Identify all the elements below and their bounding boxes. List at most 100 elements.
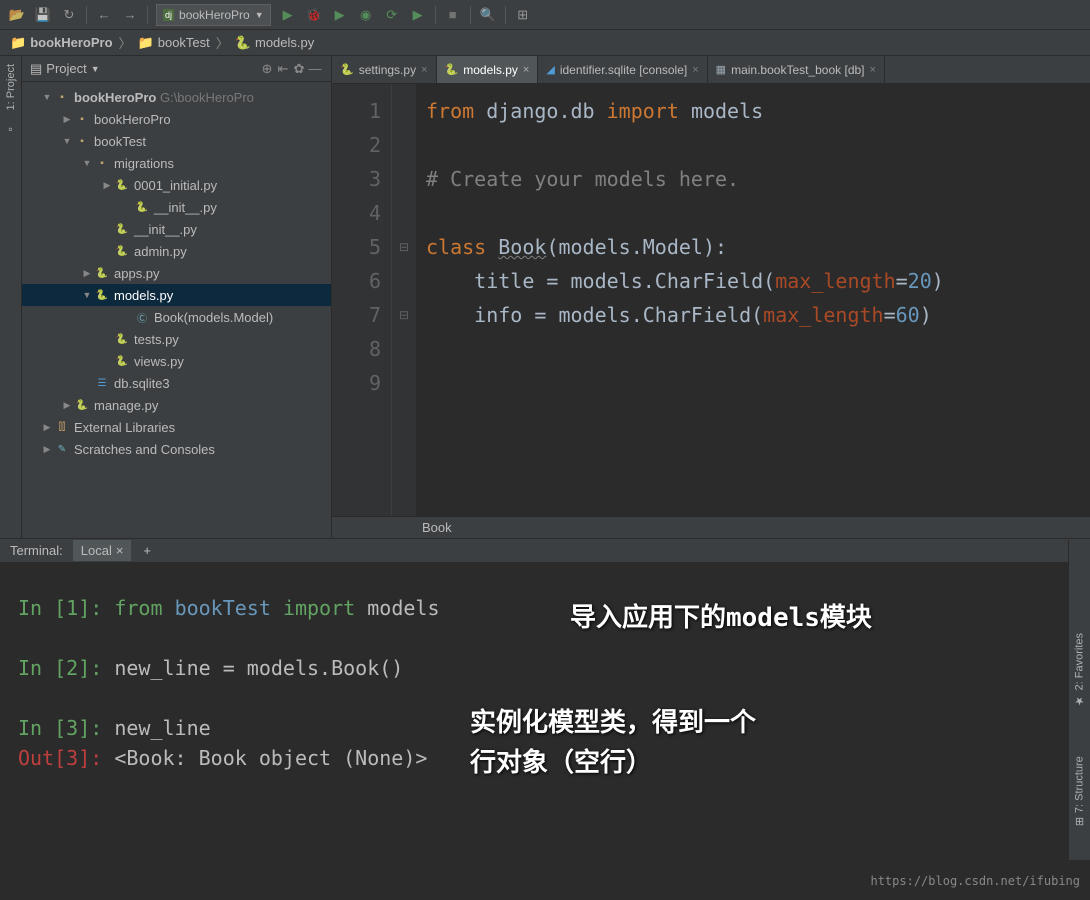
- chevron-down-icon[interactable]: ▼: [91, 64, 100, 74]
- tree-item[interactable]: 🐍 0001_initial.py: [22, 174, 331, 196]
- refresh-icon[interactable]: ↻: [60, 6, 78, 24]
- python-icon: 🐍: [114, 243, 130, 259]
- close-icon[interactable]: ×: [116, 543, 124, 558]
- search-icon[interactable]: 🔍: [479, 6, 497, 24]
- arrow-icon[interactable]: [102, 180, 112, 191]
- python-icon: 🐍: [114, 177, 130, 193]
- main-content-row: 1: Project ▫ ▤ Project ▼ ⊕ ⇤ ✿ — ▪ bookH…: [0, 56, 1090, 538]
- hide-icon[interactable]: —: [307, 61, 323, 77]
- editor-tabs: 🐍settings.py×🐍models.py×◢identifier.sqli…: [332, 56, 1090, 84]
- left-tool-gutter: 1: Project ▫: [0, 56, 22, 538]
- project-tree[interactable]: ▪ bookHeroPro G:\bookHeroPro ▪ bookHeroPr…: [22, 82, 331, 538]
- line-number: 2: [332, 128, 381, 162]
- tree-item[interactable]: 🐍apps.py: [22, 262, 331, 284]
- terminal-tab-local[interactable]: Local ×: [73, 540, 132, 561]
- separator: [435, 6, 436, 24]
- separator: [470, 6, 471, 24]
- close-icon[interactable]: ×: [523, 64, 529, 76]
- tree-item[interactable]: 🐍models.py: [22, 284, 331, 306]
- tree-item[interactable]: 🐍 admin.py: [22, 240, 331, 262]
- run-config-selector[interactable]: dj bookHeroPro ▼: [156, 4, 271, 26]
- tree-item[interactable]: ⒸBook(models.Model): [22, 306, 331, 328]
- close-icon[interactable]: ×: [421, 64, 427, 76]
- folder-icon[interactable]: ▫: [8, 122, 12, 136]
- editor-tab[interactable]: 🐍settings.py×: [332, 56, 437, 83]
- tree-item[interactable]: 🐍views.py: [22, 350, 331, 372]
- undo-icon[interactable]: ←: [95, 6, 113, 24]
- tree-item[interactable]: 🐍tests.py: [22, 328, 331, 350]
- locate-icon[interactable]: ⊕: [259, 61, 275, 77]
- tree-item[interactable]: 🐍__init__.py: [22, 218, 331, 240]
- watermark: https://blog.csdn.net/ifubing: [870, 866, 1080, 896]
- breadcrumb-folder[interactable]: 📁 bookTest: [138, 35, 210, 51]
- tree-root[interactable]: ▪ bookHeroPro G:\bookHeroPro: [22, 86, 331, 108]
- prompt-in: In [2]:: [18, 656, 102, 680]
- tree-item[interactable]: ▪bookTest: [22, 130, 331, 152]
- folder-icon: 📁: [10, 35, 26, 51]
- coverage-icon[interactable]: ▶: [331, 6, 349, 24]
- line-number-gutter: 123456789: [332, 84, 392, 516]
- breadcrumb-folder-label: bookTest: [158, 35, 210, 50]
- line-number: 4: [332, 196, 381, 230]
- arrow-icon[interactable]: [82, 290, 92, 300]
- save-icon[interactable]: 💾: [34, 6, 52, 24]
- tree-item[interactable]: ▪migrations: [22, 152, 331, 174]
- tree-item[interactable]: ✎Scratches and Consoles: [22, 438, 331, 460]
- tree-item-label: admin.py: [134, 244, 187, 259]
- tree-item[interactable]: 🐍__init__.py: [22, 196, 331, 218]
- terminal-add-tab[interactable]: +: [135, 540, 159, 561]
- attach-icon[interactable]: ▶: [409, 6, 427, 24]
- breadcrumb-file[interactable]: 🐍 models.py: [235, 35, 314, 51]
- arrow-icon[interactable]: [62, 400, 72, 411]
- structure-tool-tab[interactable]: ⊞ 7: Structure: [1073, 752, 1086, 830]
- chevron-right-icon: 〉: [216, 33, 229, 52]
- profile-icon[interactable]: ◉: [357, 6, 375, 24]
- redo-icon[interactable]: →: [121, 6, 139, 24]
- arrow-icon[interactable]: [62, 114, 72, 125]
- terminal-line: In [2]: new_line = models.Book(): [18, 653, 1072, 683]
- arrow-icon[interactable]: [42, 444, 52, 455]
- concurrent-icon[interactable]: ⟳: [383, 6, 401, 24]
- close-icon[interactable]: ×: [692, 64, 698, 76]
- code-editor[interactable]: from django.db import models # Create yo…: [416, 84, 1090, 516]
- arrow-icon[interactable]: [82, 158, 92, 168]
- breadcrumb-project[interactable]: 📁 bookHeroPro: [10, 35, 113, 51]
- python-icon: 🐍: [340, 63, 354, 76]
- editor-breadcrumb[interactable]: Book: [332, 516, 1090, 538]
- tree-item[interactable]: ▪ bookHeroPro: [22, 108, 331, 130]
- structure-icon[interactable]: ⊞: [514, 6, 532, 24]
- folder-icon: ▪: [54, 89, 70, 105]
- run-icon[interactable]: ▶: [279, 6, 297, 24]
- tree-item-label: bookHeroPro: [94, 112, 171, 127]
- terminal-line: In [1]: from bookTest import models: [18, 593, 1072, 623]
- tree-item[interactable]: 🐍manage.py: [22, 394, 331, 416]
- folder-icon: ▪: [74, 111, 90, 127]
- arrow-icon[interactable]: [82, 268, 92, 279]
- breadcrumb: 📁 bookHeroPro 〉 📁 bookTest 〉 🐍 models.py: [0, 30, 1090, 56]
- editor-tab[interactable]: ▦main.bookTest_book [db]×: [708, 56, 885, 83]
- favorites-tool-tab[interactable]: ★ 2: Favorites: [1073, 629, 1086, 711]
- tree-item[interactable]: ⫿⫿External Libraries: [22, 416, 331, 438]
- project-tool-tab[interactable]: 1: Project: [5, 60, 17, 114]
- editor-tab[interactable]: ◢identifier.sqlite [console]×: [538, 56, 707, 83]
- debug-icon[interactable]: 🐞: [305, 6, 323, 24]
- gear-icon[interactable]: ✿: [291, 61, 307, 77]
- arrow-icon[interactable]: [42, 92, 52, 102]
- tree-item-label: migrations: [114, 156, 174, 171]
- tree-item-label: __init__.py: [154, 200, 217, 215]
- line-number: 9: [332, 366, 381, 400]
- editor-class-label: Book: [422, 520, 452, 535]
- line-number: 5: [332, 230, 381, 264]
- tree-item[interactable]: ☰db.sqlite3: [22, 372, 331, 394]
- arrow-icon[interactable]: [62, 136, 72, 146]
- tree-item-label: 0001_initial.py: [134, 178, 217, 193]
- tree-item-label: External Libraries: [74, 420, 175, 435]
- breadcrumb-project-label: bookHeroPro: [30, 35, 112, 50]
- close-icon[interactable]: ×: [870, 64, 876, 76]
- arrow-icon[interactable]: [42, 422, 52, 433]
- editor-tab[interactable]: 🐍models.py×: [437, 56, 539, 83]
- stop-icon[interactable]: ■: [444, 6, 462, 24]
- open-icon[interactable]: 📂: [8, 6, 26, 24]
- collapse-icon[interactable]: ⇤: [275, 61, 291, 77]
- terminal-body[interactable]: In [1]: from bookTest import models In […: [0, 563, 1090, 900]
